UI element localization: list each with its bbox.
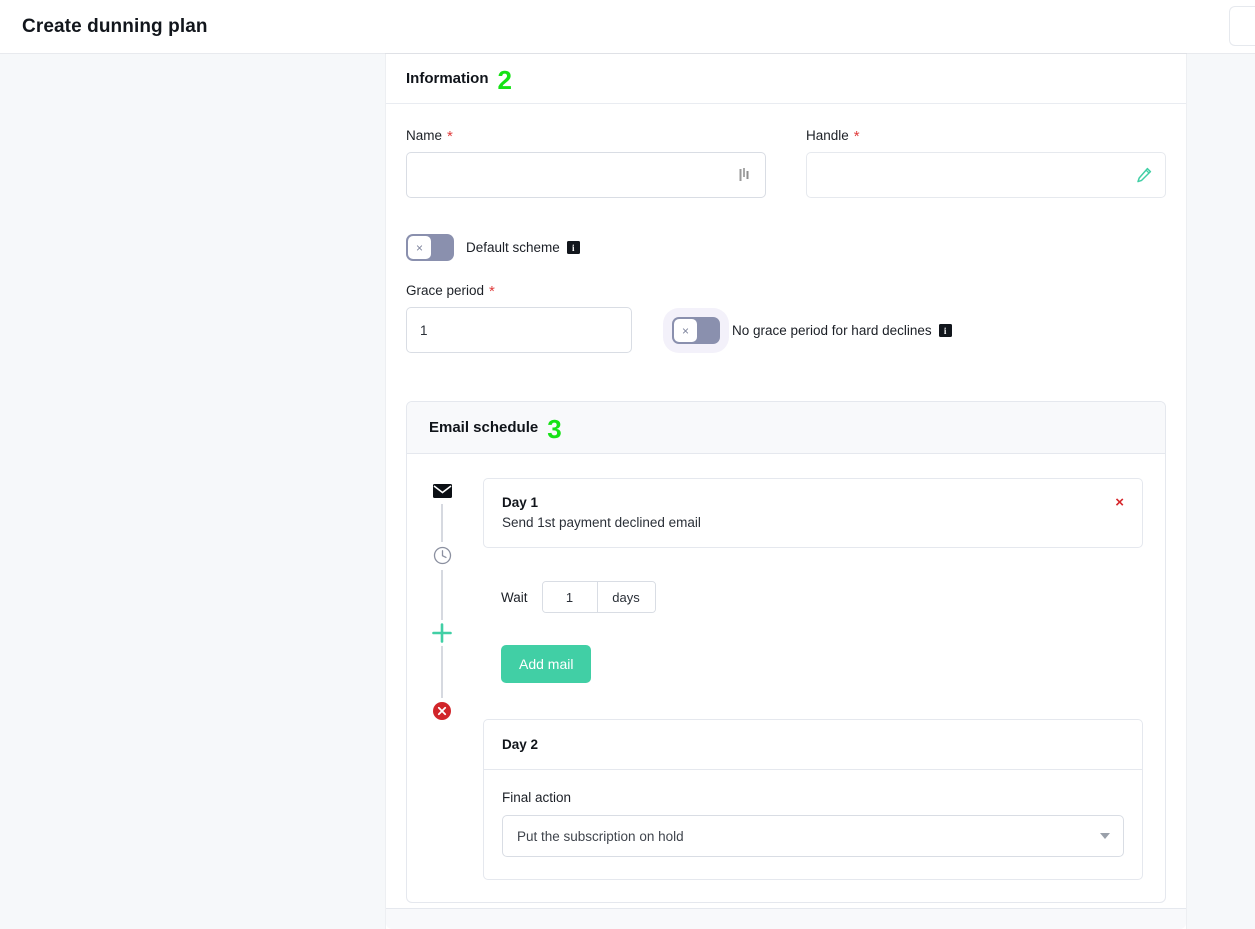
chevron-down-icon [1100, 833, 1110, 839]
default-scheme-label: Default scheme i [466, 240, 580, 255]
default-scheme-label-text: Default scheme [466, 240, 560, 255]
handle-required-asterisk: * [853, 128, 860, 145]
wait-row: Wait days [501, 581, 1143, 613]
grace-period-field-group: Grace period * [406, 283, 632, 353]
text-cursor-icon [734, 165, 754, 185]
timeline-connector-3 [441, 646, 443, 698]
pencil-icon[interactable] [1134, 165, 1154, 185]
name-label-text: Name [406, 128, 443, 143]
add-mail-row: Add mail [501, 645, 1143, 683]
wait-days-input[interactable] [542, 582, 597, 612]
default-scheme-info-icon[interactable]: i [566, 241, 580, 254]
no-grace-hard-declines-toggle[interactable]: × [672, 317, 720, 344]
grace-period-label: Grace period * [406, 283, 632, 300]
cancel-circle-icon [429, 698, 455, 724]
information-form: Name * Handle * × Default scheme i Grace… [386, 104, 1186, 353]
name-label: Name * [406, 128, 766, 145]
day-1-subtitle: Send 1st payment declined email [502, 515, 701, 530]
name-input[interactable] [406, 152, 766, 198]
day-2-title: Day 2 [502, 737, 539, 752]
name-required-asterisk: * [447, 128, 453, 145]
information-step-badge: 2 [497, 64, 512, 95]
email-schedule-card: Email schedule 3 Day 1 Send 1st payment … [406, 401, 1166, 903]
grace-period-input[interactable] [406, 307, 632, 353]
email-schedule-title: Email schedule [429, 419, 539, 436]
clock-icon [429, 542, 455, 568]
hard-declines-label: No grace period for hard declines i [732, 323, 952, 338]
name-handle-row: Name * Handle * [406, 128, 1166, 198]
schedule-rows: Day 1 Send 1st payment declined email × … [483, 478, 1143, 880]
information-section-header: Information 2 [386, 54, 1186, 104]
default-scheme-toggle[interactable]: × [406, 234, 454, 261]
day-2-card: Day 2 Final action Put the subscription … [483, 719, 1143, 880]
app-header: Create dunning plan [0, 0, 1255, 54]
grace-period-required-asterisk: * [489, 283, 495, 300]
hard-declines-label-text: No grace period for hard declines [732, 323, 932, 338]
final-action-selected-value: Put the subscription on hold [517, 828, 684, 844]
final-action-select[interactable]: Put the subscription on hold [502, 815, 1124, 857]
add-mail-button[interactable]: Add mail [501, 645, 592, 683]
handle-field-group: Handle * [806, 128, 1166, 198]
day-1-content: Day 1 Send 1st payment declined email × [484, 479, 1142, 547]
hard-declines-info-icon[interactable]: i [938, 324, 952, 337]
no-grace-hard-declines-toggle-knob: × [674, 319, 697, 342]
email-schedule-body: Day 1 Send 1st payment declined email × … [407, 454, 1165, 902]
email-schedule-header: Email schedule 3 [407, 402, 1165, 454]
day-1-title: Day 1 [502, 495, 539, 510]
card-footer [386, 908, 1186, 929]
handle-input[interactable] [806, 152, 1166, 198]
create-dunning-plan-card: Information 2 Name * Handle * × Default … [386, 54, 1186, 929]
name-field-group: Name * [406, 128, 766, 198]
email-schedule-step-badge: 3 [547, 413, 562, 444]
default-scheme-row: × Default scheme i [406, 234, 1166, 261]
day-1-card: Day 1 Send 1st payment declined email × [483, 478, 1143, 548]
grace-period-row: Grace period * × No grace period for har… [406, 283, 1166, 353]
day-1-remove-button[interactable]: × [1115, 495, 1124, 510]
grace-period-label-text: Grace period [406, 283, 485, 298]
information-section-title: Information [406, 70, 489, 87]
wait-label: Wait [501, 589, 528, 605]
handle-label: Handle * [806, 128, 1166, 145]
timeline-rail [429, 478, 455, 902]
plus-icon[interactable] [429, 620, 455, 646]
handle-label-text: Handle [806, 128, 849, 143]
final-action-label: Final action [502, 790, 572, 805]
hard-declines-row: × No grace period for hard declines i [672, 317, 952, 353]
default-scheme-toggle-knob: × [408, 236, 431, 259]
envelope-icon [429, 478, 455, 504]
timeline-connector-1 [441, 504, 443, 544]
wait-unit-label: days [596, 582, 655, 612]
day-2-header: Day 2 [484, 720, 1142, 770]
timeline-connector-2 [441, 570, 443, 620]
wait-duration-group: days [541, 581, 656, 613]
final-action-block: Final action Put the subscription on hol… [484, 770, 1142, 879]
header-right-panel-edge[interactable] [1229, 6, 1255, 46]
day-1-text-block: Day 1 Send 1st payment declined email [502, 495, 701, 530]
page-title: Create dunning plan [22, 15, 208, 37]
